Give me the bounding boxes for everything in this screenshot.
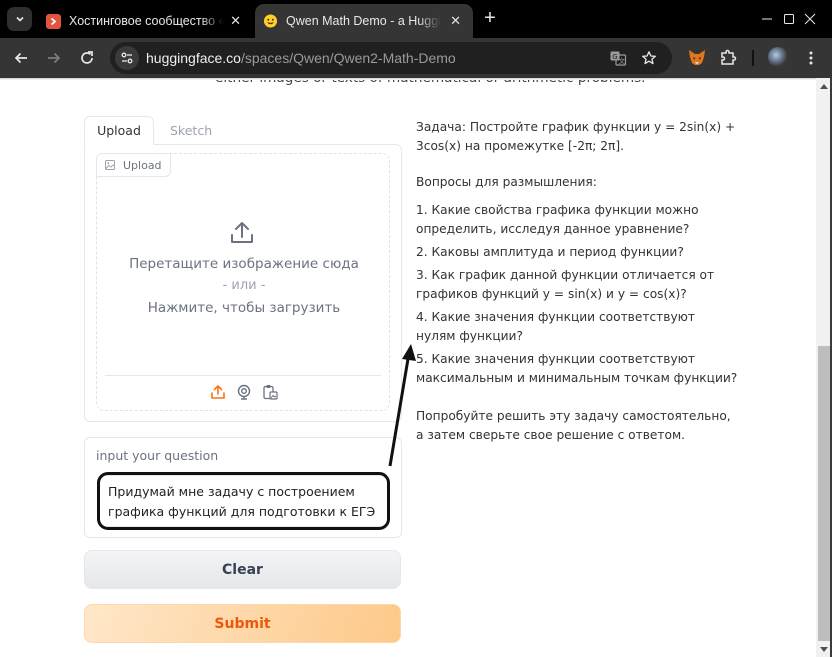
avatar[interactable] [768,47,788,67]
questions-list: 1. Какие свойства графика функции можно … [416,201,738,388]
tune-icon [121,52,133,64]
forward-button[interactable] [42,46,66,70]
browser-menu-button[interactable] [800,47,822,69]
submit-button[interactable]: Submit [84,604,401,643]
puzzle-icon [721,49,737,65]
tab-qwen-math-demo[interactable]: Qwen Math Demo - a Hugging Face Space ✕ [255,4,473,38]
tab-timeweb[interactable]: Хостинговое сообщество «Timeweb ✕ [38,4,253,38]
triangle-up-icon [820,83,828,89]
browser-toolbar: huggingface.co/spaces/Qwen/Qwen2-Math-De… [0,38,832,78]
tab-upload[interactable]: Upload [84,116,154,145]
webcam-source-button[interactable] [235,383,253,401]
tab-strip: Хостинговое сообщество «Timeweb ✕ Qwen M… [0,0,832,38]
translate-button[interactable]: G文 [609,49,627,67]
kebab-menu-icon [809,51,813,65]
bookmark-button[interactable] [640,49,658,67]
clear-button[interactable]: Clear [84,550,401,589]
back-button[interactable] [9,46,33,70]
translate-icon: G文 [610,51,627,66]
clipboard-icon [263,385,278,400]
forward-arrow-icon [48,52,61,64]
reload-icon [81,51,93,64]
extensions-button[interactable] [717,47,739,69]
source-selector [97,383,391,401]
triangle-down-icon [820,646,828,652]
task-text: Задача: Постройте график функции y = 2si… [416,120,736,153]
page-viewport: either images or texts of mathematical o… [0,78,816,657]
tab-sketch[interactable]: Sketch [170,116,212,145]
metamask-extension-button[interactable] [686,47,708,69]
upload-source-button[interactable] [209,383,227,401]
close-tab-icon[interactable]: ✕ [230,13,241,29]
close-window-button[interactable] [788,6,832,32]
site-info-button[interactable] [115,46,139,70]
list-item: 1. Какие свойства графика функции можно … [416,203,699,236]
new-tab-button[interactable]: + [480,8,500,28]
closing-text: Попробуйте решить эту задачу самостоятел… [416,409,731,442]
question-input[interactable]: Придумай мне задачу с построением график… [98,475,388,527]
metamask-fox-icon [689,50,705,65]
reload-button[interactable] [75,46,99,70]
click-to-upload-hint: Нажмите, чтобы загрузить [147,300,341,316]
image-dropzone[interactable]: Upload Перетащите изображение сюда - или… [96,153,390,411]
star-icon [642,51,656,65]
list-item: 3. Как график данной функции отличается … [416,268,715,301]
timeweb-icon [46,13,61,29]
upload-label-text: Upload [123,158,162,172]
hugging-face-icon [263,14,278,29]
upload-icon [231,222,253,243]
drop-hint: Перетащите изображение сюда [129,256,359,272]
questions-heading: Вопросы для размышления: [416,175,597,189]
image-upload-panel: Upload Перетащите изображение сюда - или… [84,144,402,422]
webcam-icon [237,384,251,400]
image-input: Upload Sketch Upload Перетащите изображе… [84,116,402,422]
upload-label: Upload [96,153,171,177]
image-input-tabs: Upload Sketch [84,116,402,145]
address-bar[interactable]: huggingface.co/spaces/Qwen/Qwen2-Math-De… [110,42,672,74]
list-item: 4. Какие значения функции соответствуют … [416,310,696,343]
question-block: input your question Придумай мне задачу … [84,437,402,538]
clipboard-source-button[interactable] [261,383,279,401]
close-tab-icon[interactable]: ✕ [450,13,461,29]
tab-search-button[interactable] [7,7,32,31]
question-label: input your question [96,448,219,463]
toolbar-shadow [0,78,816,80]
tab-title: Qwen Math Demo - a Hugging Face Space [286,14,441,28]
toolbar-divider [752,50,754,66]
image-icon [105,160,115,170]
answer-output: Задача: Постройте график функции y = 2si… [416,118,738,462]
scrollbar-thumb[interactable] [818,345,830,641]
tab-title: Хостинговое сообщество «Timeweb [69,14,224,28]
svg-text:G: G [612,53,617,61]
drop-or: - или - [222,278,266,293]
back-arrow-icon [14,52,27,64]
svg-text:文: 文 [619,56,626,65]
source-divider [105,375,381,376]
chevron-down-icon [15,16,24,22]
url-text: huggingface.co/spaces/Qwen/Qwen2-Math-De… [146,50,456,66]
close-icon [804,13,816,25]
list-item: 5. Какие значения функции соответствуют … [416,352,738,385]
upload-icon [211,385,225,399]
list-item: 2. Каковы амплитуда и период функции? [416,245,684,259]
